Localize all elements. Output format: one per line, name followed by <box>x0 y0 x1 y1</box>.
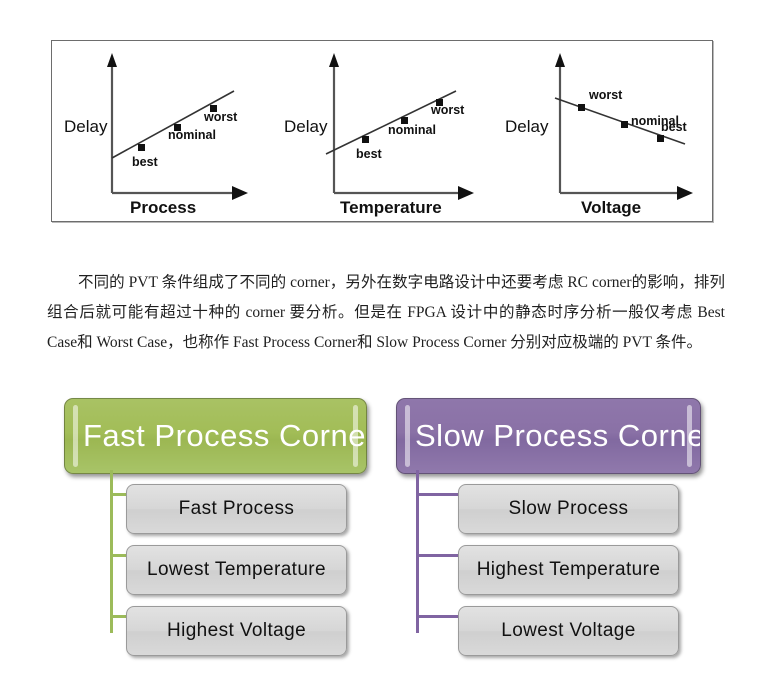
pvt-figure-frame: Delay best nominal worst Process Delay b… <box>51 40 713 222</box>
plot-process-xlabel: Process <box>130 198 196 217</box>
label-worst: worst <box>430 103 465 117</box>
slow-connector-horizontal-3 <box>416 615 460 618</box>
plot-temperature-svg: Delay best nominal worst Temperature <box>284 53 474 217</box>
slow-process-corner-label: Slow Process Corner <box>415 418 701 453</box>
label-best: best <box>356 147 383 161</box>
slow-connector-horizontal-1 <box>416 493 460 496</box>
data-point-best <box>138 144 145 151</box>
fast-process-corner-label: Fast Process Corner <box>83 418 367 453</box>
slow-child-box-1[interactable]: Slow Process <box>458 484 679 534</box>
data-point-worst <box>578 104 585 111</box>
x-axis-arrow <box>677 186 693 200</box>
plot-process-svg: Delay best nominal worst Process <box>64 53 248 217</box>
label-best: best <box>132 155 159 169</box>
fast-process-corner-header[interactable]: Fast Process Corner <box>64 398 367 474</box>
fast-child-box-2[interactable]: Lowest Temperature <box>126 545 347 595</box>
data-point-nominal <box>621 121 628 128</box>
plot-process-ylabel: Delay <box>64 117 108 136</box>
label-nominal: nominal <box>168 128 216 142</box>
y-axis-arrow <box>107 53 117 67</box>
fast-child-box-3[interactable]: Highest Voltage <box>126 606 347 656</box>
slow-child-label-2: Highest Temperature <box>476 559 661 580</box>
slow-child-box-3[interactable]: Lowest Voltage <box>458 606 679 656</box>
data-point-best <box>362 136 369 143</box>
slow-child-label-3: Lowest Voltage <box>501 620 636 641</box>
fast-child-label-3: Highest Voltage <box>166 620 307 641</box>
y-axis-arrow <box>329 53 339 67</box>
label-nominal: nominal <box>388 123 436 137</box>
slow-connector-horizontal-2 <box>416 554 460 557</box>
body-paragraph: 不同的 PVT 条件组成了不同的 corner，另外在数字电路设计中还要考虑 R… <box>47 273 725 351</box>
data-point-best <box>657 135 664 142</box>
gloss-stripe-left-icon <box>405 405 410 467</box>
fast-child-label-1: Fast Process <box>178 498 295 519</box>
label-worst: worst <box>588 88 623 102</box>
slow-child-label-1: Slow Process <box>508 498 629 519</box>
label-best: best <box>661 120 688 134</box>
plot-process: Delay best nominal worst Process <box>62 41 282 223</box>
plot-voltage: Delay worst nominal best Voltage <box>505 41 725 223</box>
plot-temperature-xlabel: Temperature <box>340 198 442 217</box>
process-corner-diagram: Fast Process Corner Fast Process Lowest … <box>0 386 772 676</box>
fast-child-label-2: Lowest Temperature <box>147 559 326 580</box>
plot-voltage-ylabel: Delay <box>505 117 549 136</box>
slow-child-box-2[interactable]: Highest Temperature <box>458 545 679 595</box>
plot-voltage-svg: Delay worst nominal best Voltage <box>505 53 693 217</box>
x-axis-arrow <box>232 186 248 200</box>
plot-temperature-ylabel: Delay <box>284 117 328 136</box>
x-axis-arrow <box>458 186 474 200</box>
trend-line <box>111 90 235 159</box>
slow-process-corner-header[interactable]: Slow Process Corner <box>396 398 701 474</box>
plot-voltage-xlabel: Voltage <box>581 198 641 217</box>
gloss-stripe-left-icon <box>73 405 78 467</box>
label-worst: worst <box>203 110 238 124</box>
fast-child-box-1[interactable]: Fast Process <box>126 484 347 534</box>
y-axis-arrow <box>555 53 565 67</box>
plot-temperature: Delay best nominal worst Temperature <box>284 41 504 223</box>
